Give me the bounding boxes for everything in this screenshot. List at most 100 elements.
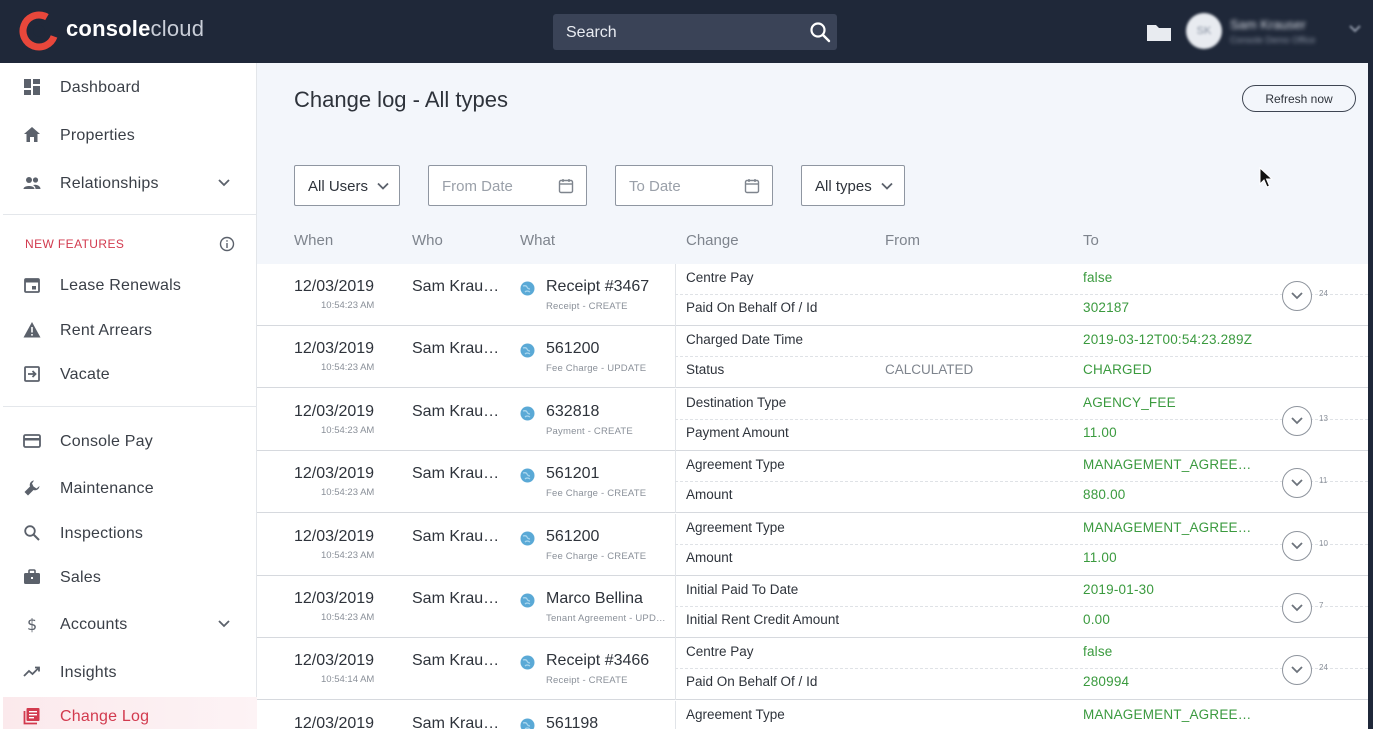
sidebar-divider xyxy=(3,214,257,215)
sidebar-item-inspections[interactable]: Inspections xyxy=(3,514,257,552)
table-row[interactable]: 12/03/2019 10:54:23 AM Sam Krauser Receipt … xyxy=(257,264,1368,326)
change-count: 10 xyxy=(1319,538,1328,548)
calendar-icon xyxy=(24,278,40,293)
column-header-change[interactable]: Change xyxy=(686,232,739,249)
change-field: Status xyxy=(686,362,725,378)
globe-icon xyxy=(520,593,535,608)
types-filter[interactable]: All types xyxy=(801,165,905,206)
row-entity-type: Receipt - CREATE xyxy=(546,675,628,687)
table-row[interactable]: 12/03/2019 10:54:23 AM Sam Krauser 632818 Pa… xyxy=(257,388,1368,451)
change-count: 24 xyxy=(1319,663,1328,673)
change-from-value: CALCULATED xyxy=(885,362,974,378)
chevron-down-icon[interactable] xyxy=(217,175,231,189)
expand-row-button[interactable] xyxy=(1282,281,1312,311)
row-divider xyxy=(675,418,1368,420)
from-date-field[interactable]: From Date xyxy=(428,165,587,206)
sidebar-item-console-pay[interactable]: Console Pay xyxy=(3,422,257,460)
change-to-value: 0.00 xyxy=(1083,612,1111,627)
row-divider xyxy=(675,356,1368,358)
sidebar-item-vacate[interactable]: Vacate xyxy=(3,355,257,393)
row-divider xyxy=(675,294,1368,295)
user-menu[interactable]: Sam Krauser Console Demo Office xyxy=(1230,17,1345,45)
expand-row-button[interactable] xyxy=(1282,655,1312,686)
row-date: 12/03/2019 xyxy=(294,278,375,295)
row-divider xyxy=(675,576,676,638)
search-icon[interactable] xyxy=(809,21,831,43)
expand-row-button[interactable] xyxy=(1282,468,1312,499)
row-entity-link[interactable]: 632818 xyxy=(546,403,599,421)
row-user: Sam Krauser xyxy=(412,652,500,670)
sidebar-item-insights[interactable]: Insights xyxy=(3,653,257,691)
sidebar-item-properties[interactable]: Properties xyxy=(3,116,257,154)
calendar-icon[interactable] xyxy=(744,178,760,194)
expand-row-button[interactable] xyxy=(1282,405,1312,436)
users-filter-value: All Users xyxy=(308,178,369,195)
column-header-from[interactable]: From xyxy=(885,232,920,249)
sidebar-item-accounts[interactable]: $ Accounts xyxy=(3,605,257,643)
chevron-down-icon[interactable] xyxy=(217,616,231,630)
sidebar-item-label: Inspections xyxy=(60,525,144,542)
refresh-now-button[interactable]: Refresh now xyxy=(1242,85,1356,112)
row-entity-link[interactable]: 561200 xyxy=(546,528,599,546)
column-header-to[interactable]: To xyxy=(1083,232,1099,249)
info-icon[interactable] xyxy=(219,236,235,252)
row-entity-link[interactable]: Receipt #3466 xyxy=(546,652,649,670)
table-row[interactable]: 12/03/2019 10:54:23 AM Sam Krauser 561200 Fe… xyxy=(257,513,1368,576)
user-name: Sam Krauser xyxy=(1230,17,1306,32)
table-row[interactable]: 12/03/2019 10:54:23 AM Sam Krauser 561200 Fe… xyxy=(257,326,1368,389)
column-header-who[interactable]: Who xyxy=(412,232,443,249)
console-logo-icon[interactable] xyxy=(18,10,60,52)
row-entity-link[interactable]: 561198 xyxy=(546,715,598,729)
sidebar-item-maintenance[interactable]: Maintenance xyxy=(3,469,257,507)
row-entity-link[interactable]: Receipt #3467 xyxy=(546,278,649,296)
change-to-value: 880.00 xyxy=(1083,487,1126,503)
table-row[interactable]: 12/03/2019 10:54:14 AM Sam Krauser Receipt … xyxy=(257,638,1368,701)
change-to-value: 2019-01-30 xyxy=(1083,582,1155,597)
sidebar-item-sales[interactable]: Sales xyxy=(3,558,257,596)
row-user: Sam Krauser xyxy=(412,278,500,295)
warning-icon xyxy=(23,322,41,338)
row-user: Sam Krauser xyxy=(412,590,500,607)
table-row[interactable]: 12/03/2019 Sam Krauser 561198 Agreement Typ… xyxy=(257,700,1368,729)
change-to-value: 11.00 xyxy=(1083,424,1117,440)
chevron-down-icon[interactable] xyxy=(1348,22,1362,36)
magnifier-icon xyxy=(24,525,40,541)
column-header-when[interactable]: When xyxy=(294,232,333,249)
row-entity-link[interactable]: 561201 xyxy=(546,465,599,483)
search-input[interactable]: Search xyxy=(566,24,617,42)
sidebar-item-label: Dashboard xyxy=(60,79,141,96)
row-time: 10:54:14 AM xyxy=(321,674,375,686)
calendar-icon[interactable] xyxy=(558,178,574,194)
sidebar-item-relationships[interactable]: Relationships xyxy=(3,164,257,202)
sidebar-item-label: Relationships xyxy=(60,175,159,192)
column-header-what[interactable]: What xyxy=(520,232,555,249)
avatar[interactable]: SK xyxy=(1186,13,1222,49)
sidebar-item-lease-renewals[interactable]: Lease Renewals xyxy=(3,266,257,304)
row-divider xyxy=(675,513,676,576)
row-time: 10:54:23 AM xyxy=(321,487,375,499)
users-filter[interactable]: All Users xyxy=(294,165,400,206)
change-field: Agreement Type xyxy=(686,706,785,722)
table-row[interactable]: 12/03/2019 10:54:23 AM Sam Krauser 561201 Fe… xyxy=(257,451,1368,514)
sidebar-item-rent-arrears[interactable]: Rent Arrears xyxy=(3,311,257,349)
row-entity-link[interactable]: Marco Bellina xyxy=(546,590,643,608)
sidebar-item-label: Sales xyxy=(60,569,102,586)
change-log-table: 12/03/2019 10:54:23 AM Sam Krauser Receipt … xyxy=(257,264,1368,729)
sidebar-item-label: Rent Arrears xyxy=(60,322,153,339)
row-user: Sam Krauser xyxy=(412,714,500,729)
change-count: 24 xyxy=(1319,289,1328,298)
to-date-field[interactable]: To Date xyxy=(615,165,773,206)
expand-row-button[interactable] xyxy=(1282,530,1312,561)
row-entity-link[interactable]: 561200 xyxy=(546,340,599,358)
search-box[interactable]: Search xyxy=(553,14,837,50)
sidebar-item-dashboard[interactable]: Dashboard xyxy=(3,68,257,106)
sidebar-item-label: Change Log xyxy=(60,708,150,725)
row-date: 12/03/2019 xyxy=(294,652,375,670)
table-row[interactable]: 12/03/2019 10:54:23 AM Sam Krauser Marco Be… xyxy=(257,576,1368,638)
folder-icon[interactable] xyxy=(1146,22,1172,42)
sidebar-item-change-log[interactable]: Change Log xyxy=(3,697,257,729)
sidebar-divider xyxy=(3,406,257,407)
row-date: 12/03/2019 xyxy=(294,527,375,545)
expand-row-button[interactable] xyxy=(1282,593,1312,623)
row-entity-type: Receipt - CREATE xyxy=(546,301,628,312)
